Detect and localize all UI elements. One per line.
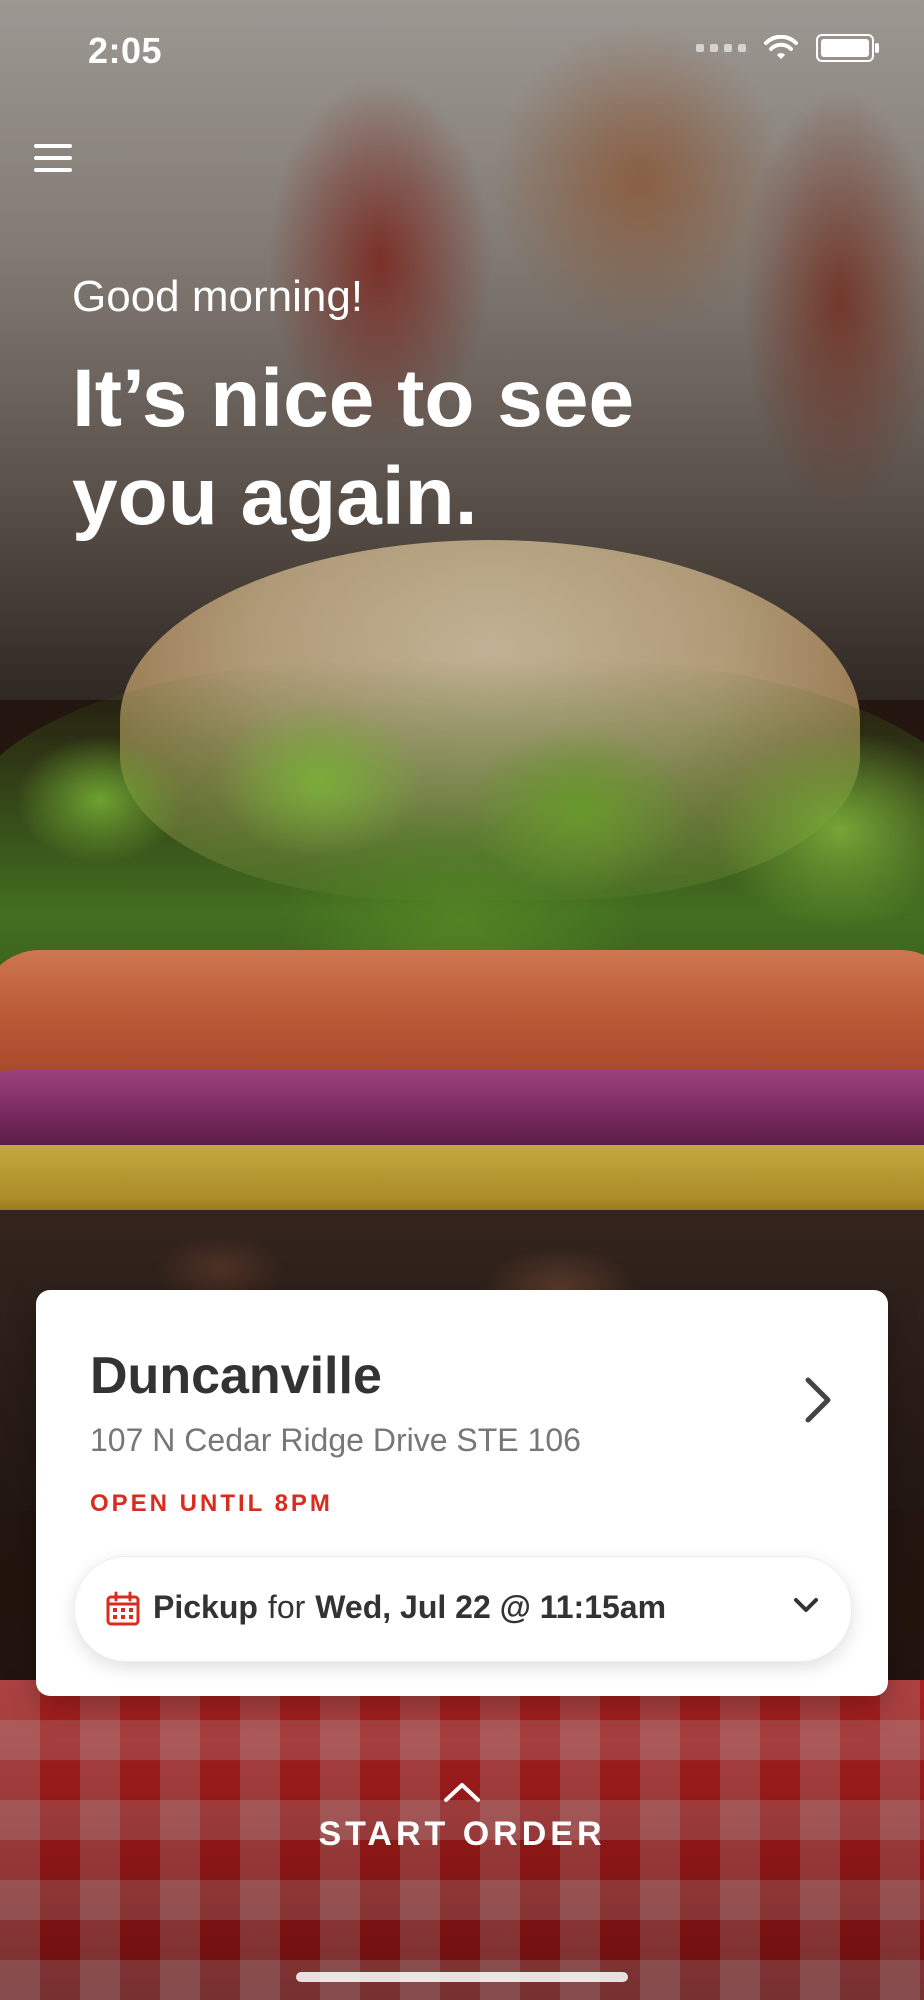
calendar-icon (106, 1591, 140, 1626)
order-mode-label: Pickup (153, 1589, 258, 1625)
location-hours: OPEN UNTIL 8PM (90, 1490, 333, 1517)
greeting-headline: It’s nice to see you again. (72, 353, 635, 542)
greeting-subtitle: Good morning! (72, 272, 364, 321)
order-mode-connector: for (267, 1589, 306, 1625)
location-card[interactable]: Duncanville 107 N Cedar Ridge Drive STE … (36, 1290, 888, 1696)
location-name: Duncanville (90, 1347, 382, 1405)
order-mode-selector[interactable]: Pickup for Wed, Jul 22 @ 11:15am (74, 1556, 852, 1662)
hamburger-menu-icon[interactable] (34, 140, 74, 180)
status-bar: 2:05 (0, 0, 924, 100)
wifi-icon (764, 35, 798, 59)
home-indicator[interactable] (296, 1972, 628, 1982)
battery-icon (816, 34, 879, 62)
start-order-button[interactable]: START ORDER (0, 1780, 924, 1854)
chevron-right-icon[interactable] (798, 1370, 838, 1430)
chevron-up-icon (444, 1783, 480, 1802)
screen: 2:05 Good morning! It’s nice to see you … (0, 0, 924, 2000)
cellular-signal-icon (696, 44, 746, 52)
start-order-label: START ORDER (318, 1815, 606, 1853)
order-mode-text: Pickup for Wed, Jul 22 @ 11:15am (153, 1589, 666, 1626)
order-datetime: Wed, Jul 22 @ 11:15am (315, 1589, 667, 1625)
chevron-down-icon[interactable] (791, 1593, 821, 1617)
location-address: 107 N Cedar Ridge Drive STE 106 (90, 1422, 581, 1458)
status-icons (696, 34, 879, 62)
status-time: 2:05 (88, 30, 163, 71)
